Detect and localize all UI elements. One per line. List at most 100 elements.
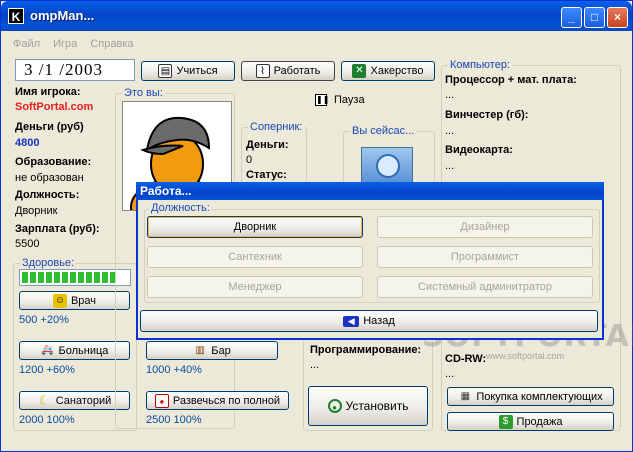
menu-file[interactable]: Файл — [13, 38, 40, 50]
close-button[interactable]: × — [607, 7, 628, 28]
pause-icon[interactable]: ❚❚ — [315, 94, 329, 106]
rival-money-value: 0 — [246, 154, 253, 166]
hdd-label: Винчестер (гб): — [445, 109, 529, 121]
position-label: Должность: — [15, 189, 80, 201]
work-dialog: Работа... Должность: Дворник Дизайнер Са… — [136, 182, 604, 340]
study-button[interactable]: ▤ Учиться — [141, 61, 235, 81]
computer-group-title: Компьютер: — [448, 59, 512, 71]
back-arrow-icon: ◀ — [343, 315, 360, 327]
health-segment — [30, 272, 36, 283]
beer-icon: ▥ — [195, 344, 205, 356]
bar-button[interactable]: ▥ Бар — [146, 341, 278, 360]
education-value: не образован — [15, 172, 84, 184]
moon-icon: ☾ — [38, 392, 51, 408]
bar-button-label: Бар — [211, 344, 231, 357]
maximize-button[interactable]: □ — [584, 7, 605, 28]
health-segment — [86, 272, 92, 283]
buy-parts-button[interactable]: ▦ Покупка комплектующих — [447, 387, 614, 406]
install-button[interactable]: ● Установить — [308, 386, 428, 426]
cdrw-label: CD-RW: — [445, 353, 487, 365]
sanatorium-button[interactable]: ☾ Санаторий — [19, 391, 130, 410]
job-plumber-button[interactable]: Сантехник — [147, 246, 363, 268]
job-designer-button[interactable]: Дизайнер — [377, 216, 593, 238]
bar-cost: 1000 +40% — [146, 364, 202, 376]
education-label: Образование: — [15, 156, 92, 168]
doctor-button-label: Врач — [70, 294, 97, 307]
study-button-label: Учиться — [176, 65, 218, 77]
back-button-label: Назад — [363, 315, 395, 327]
job-programmer-button[interactable]: Программист — [377, 246, 593, 268]
job-group-title: Должность: — [149, 202, 212, 214]
sell-button[interactable]: $ Продажа — [447, 412, 614, 431]
sell-button-label: Продажа — [516, 415, 563, 428]
doctor-cost: 500 +20% — [19, 314, 69, 326]
health-segment — [62, 272, 68, 283]
programming-value: ... — [310, 359, 320, 371]
job-group: Должность: Дворник Дизайнер Сантехник Пр… — [144, 202, 600, 303]
health-group-title: Здоровье: — [20, 257, 77, 269]
job-sysadmin-button[interactable]: Системный админитратор — [377, 276, 593, 298]
app-icon: K — [8, 8, 24, 24]
player-name-value: SoftPortal.com — [15, 101, 94, 113]
activity-image — [361, 147, 413, 183]
player-name-label: Имя игрока: — [15, 86, 81, 98]
hospital-cost: 1200 +60% — [19, 364, 75, 376]
pause-label[interactable]: Пауза — [334, 94, 365, 106]
health-segment — [70, 272, 76, 283]
sanatorium-cost: 2000 100% — [19, 414, 75, 426]
health-segment — [22, 272, 28, 283]
rival-status-label: Статус: — [246, 169, 287, 181]
minimize-button[interactable]: _ — [561, 7, 582, 28]
rival-group-title: Соперник: — [248, 121, 305, 133]
health-segment — [102, 272, 108, 283]
title-bar[interactable]: K ompMan... _ □ × — [1, 1, 632, 31]
back-button[interactable]: ◀ Назад — [140, 310, 598, 332]
work-dialog-title[interactable]: Работа... — [136, 182, 604, 200]
menu-bar: Файл Игра Справка — [13, 38, 143, 52]
buy-parts-button-label: Покупка комплектующих — [476, 390, 603, 403]
hospital-button-label: Больница — [58, 344, 109, 357]
programming-label: Программирование: — [310, 344, 422, 356]
health-segment — [78, 272, 84, 283]
money-label: Деньги (руб) — [15, 121, 84, 133]
sanatorium-button-label: Санаторий — [55, 394, 112, 407]
cdrw-value: ... — [445, 368, 455, 380]
doctor-button[interactable]: ☺ Врач — [19, 291, 130, 310]
ambulance-icon: 🚑 — [41, 344, 54, 356]
cpu-value: ... — [445, 89, 455, 101]
window-title: ompMan... — [30, 8, 95, 23]
main-window: K ompMan... _ □ × Файл Игра Справка 3 /1… — [0, 0, 633, 452]
party-cost: 2500 100% — [146, 414, 202, 426]
gpu-label: Видеокарта: — [445, 144, 513, 156]
salary-value: 5500 — [15, 238, 40, 250]
hospital-button[interactable]: 🚑 Больница — [19, 341, 130, 360]
salary-label: Зарплата (руб): — [15, 223, 100, 235]
x-icon: ✕ — [352, 64, 367, 78]
install-icon: ● — [327, 399, 342, 413]
hdd-value: ... — [445, 125, 455, 137]
position-value: Дворник — [15, 205, 58, 217]
party-button[interactable]: ♠ Развечься по полной — [146, 391, 289, 410]
health-segment — [38, 272, 44, 283]
work-button-label: Работать — [273, 65, 321, 77]
job-janitor-button[interactable]: Дворник — [147, 216, 363, 238]
menu-game[interactable]: Игра — [53, 38, 77, 50]
job-manager-button[interactable]: Менеджер — [147, 276, 363, 298]
cpu-label: Процессор + мат. плата: — [445, 74, 577, 86]
cards-icon: ♠ — [154, 393, 169, 408]
avatar-group-title: Это вы: — [122, 87, 165, 99]
health-segment — [46, 272, 52, 283]
health-segment — [54, 272, 60, 283]
work-button[interactable]: ⌇ Работать — [241, 61, 335, 81]
watermark-url: www.softportal.com — [486, 351, 565, 361]
hack-button[interactable]: ✕ Хакерство — [341, 61, 435, 81]
gpu-value: ... — [445, 160, 455, 172]
install-button-label: Установить — [345, 399, 409, 413]
hack-button-label: Хакерство — [370, 65, 424, 77]
paperclip-icon: ⌇ — [255, 64, 270, 78]
menu-help[interactable]: Справка — [90, 38, 133, 50]
health-segment — [94, 272, 100, 283]
date-display: 3 /1 /2003 — [15, 59, 135, 81]
disc-icon — [376, 154, 400, 178]
book-icon: ▤ — [158, 64, 173, 78]
